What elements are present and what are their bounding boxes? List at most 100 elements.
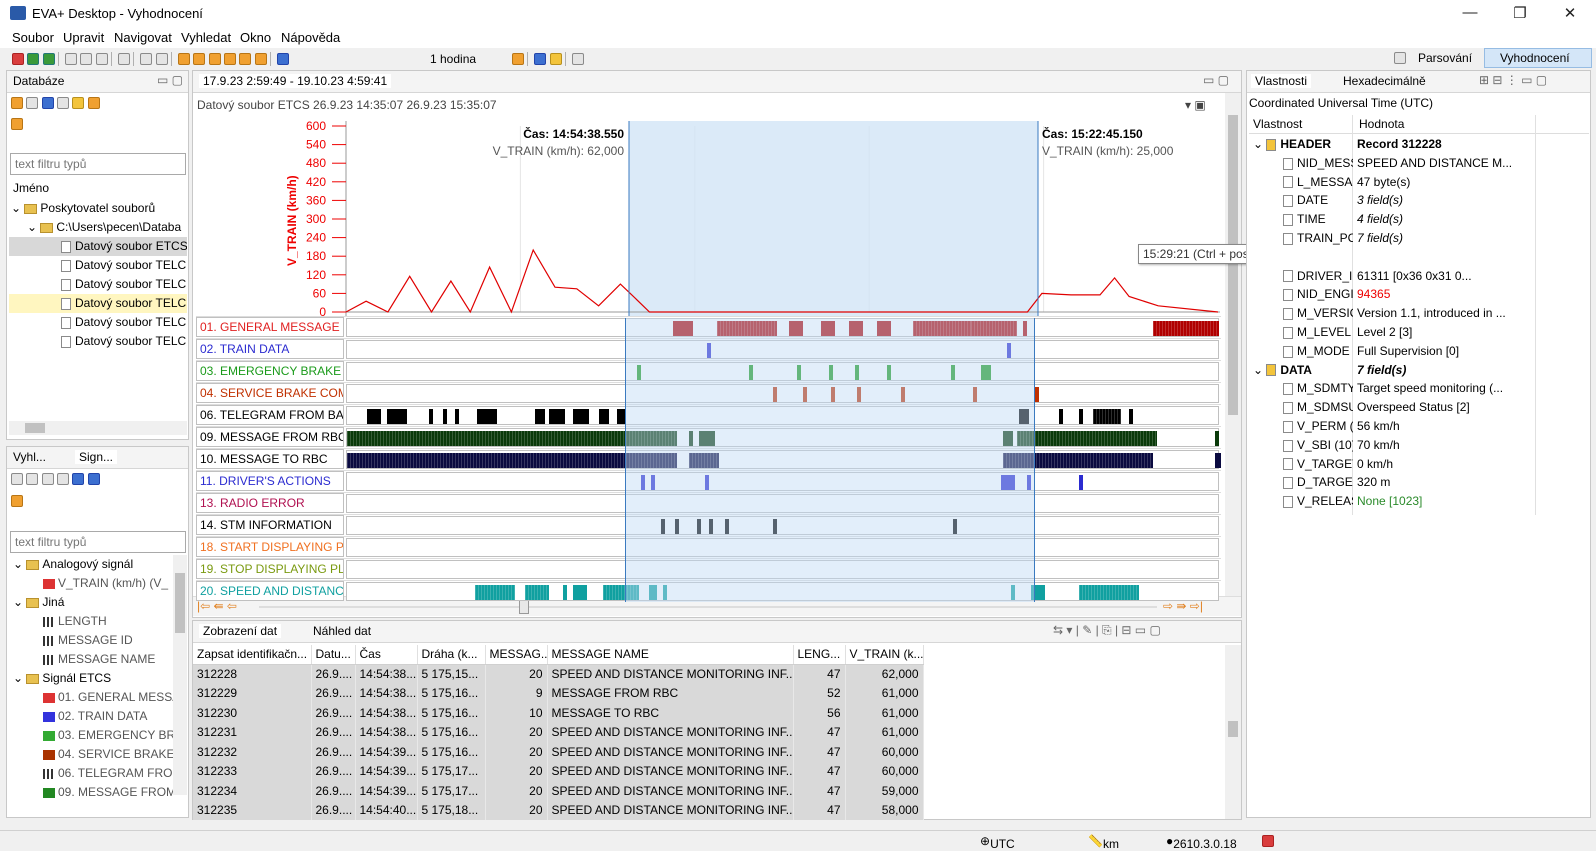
- tree-length[interactable]: LENGTH: [43, 612, 173, 631]
- data-column-header[interactable]: Čas: [355, 645, 418, 665]
- tree-sig-09[interactable]: 09. MESSAGE FROM: [43, 783, 173, 802]
- copy-icon[interactable]: [41, 472, 54, 485]
- next-icon[interactable]: [224, 52, 237, 65]
- tree-sig-03[interactable]: 03. EMERGENCY BR/: [43, 726, 173, 745]
- tab-data-preview[interactable]: Náhled dat: [313, 624, 371, 638]
- signal-label[interactable]: 14. STM INFORMATION: [196, 515, 344, 535]
- signal-track[interactable]: [346, 406, 1219, 425]
- tab-data-view[interactable]: Zobrazení dat: [199, 624, 282, 638]
- tree-file-telc-5[interactable]: Datový soubor TELC: [9, 332, 187, 351]
- db-icon[interactable]: [87, 96, 100, 109]
- signal-label[interactable]: 04. SERVICE BRAKE COM...: [196, 383, 344, 403]
- back-icon[interactable]: [57, 472, 70, 485]
- data-column-header[interactable]: Zapsat identifikačn...: [193, 645, 312, 665]
- table-row[interactable]: 312233 26.9.... 14:54:39.... 5 175,17... 20 S…: [193, 761, 924, 781]
- menu-okno[interactable]: Okno: [240, 30, 271, 45]
- property-row[interactable]: M_MODE Full Supervision [0]: [1249, 342, 1539, 361]
- menu-upravit[interactable]: Upravit: [63, 30, 104, 45]
- tree-file-telc-1[interactable]: Datový soubor TELC: [9, 256, 187, 275]
- edit-icon[interactable]: [57, 96, 70, 109]
- property-row[interactable]: V_RELEAS None [1023]: [1249, 492, 1539, 511]
- signals-vscrollbar[interactable]: [173, 555, 187, 795]
- excel-icon[interactable]: [42, 52, 55, 65]
- prev-icon[interactable]: [208, 52, 221, 65]
- property-row[interactable]: V_TARGET 0 km/h: [1249, 455, 1539, 474]
- back-icon[interactable]: [11, 96, 23, 109]
- signal-label[interactable]: 20. SPEED AND DISTANC...: [196, 581, 344, 601]
- signal-track[interactable]: [346, 384, 1219, 403]
- table-row[interactable]: 312230 26.9.... 14:54:38.... 5 175,16... 10 M…: [193, 703, 924, 723]
- tree-sig-04[interactable]: 04. SERVICE BRAKE: [43, 745, 173, 764]
- table-row[interactable]: 312231 26.9.... 14:54:38.... 5 175,16... 20 S…: [193, 722, 924, 742]
- property-row[interactable]: TRAIN_PC 7 field(s): [1249, 229, 1539, 248]
- data-column-header[interactable]: LENG...: [793, 645, 846, 665]
- data-column-header[interactable]: MESSAGE NAME: [547, 645, 794, 665]
- property-row[interactable]: V_SBI (10) 70 km/h: [1249, 436, 1539, 455]
- minimize-button[interactable]: —: [1450, 4, 1490, 24]
- export-icon[interactable]: [27, 52, 40, 65]
- signal-track[interactable]: [346, 472, 1219, 491]
- window-icon[interactable]: [140, 52, 153, 65]
- signal-label[interactable]: 18. START DISPLAYING PL...: [196, 537, 344, 557]
- tree-message-name[interactable]: MESSAGE NAME: [43, 650, 173, 669]
- db-hscrollbar[interactable]: [9, 421, 187, 435]
- close-button[interactable]: ✕: [1550, 4, 1590, 24]
- signal-label[interactable]: 09. MESSAGE FROM RBC: [196, 427, 344, 447]
- signal-track[interactable]: [346, 560, 1219, 579]
- signal-track[interactable]: [346, 516, 1219, 535]
- time-range-select[interactable]: 1 hodina: [430, 52, 476, 66]
- signal-track[interactable]: [346, 318, 1219, 337]
- grid-icon[interactable]: [155, 52, 168, 65]
- settings-icon[interactable]: [11, 472, 23, 485]
- signal-track[interactable]: [346, 538, 1219, 557]
- data-toolbar-icons[interactable]: ⇆ ▾ | ✎ | ⎘ | ⊟ ▭ ▢: [1053, 623, 1161, 638]
- property-row[interactable]: DRIVER_II 61311 [0x36 0x31 0...: [1249, 267, 1539, 286]
- maximize-button[interactable]: ❐: [1500, 4, 1540, 24]
- signal-label[interactable]: 13. RADIO ERROR: [196, 493, 344, 513]
- menu-navigovat[interactable]: Navigovat: [114, 30, 172, 45]
- open-icon[interactable]: [72, 96, 85, 109]
- signal-label[interactable]: 11. DRIVER'S ACTIONS: [196, 471, 344, 491]
- signals-filter-input[interactable]: [10, 531, 186, 553]
- menu-soubor[interactable]: Soubor: [12, 30, 54, 45]
- tree-folder[interactable]: ⌄ C:\Users\pecen\Databa: [27, 218, 187, 237]
- table-row[interactable]: 312229 26.9.... 14:54:38.... 5 175,16... 9 ME…: [193, 683, 924, 703]
- tree-sig-02[interactable]: 02. TRAIN DATA: [43, 707, 173, 726]
- signal-label[interactable]: 10. MESSAGE TO RBC: [196, 449, 344, 469]
- tree-message-id[interactable]: MESSAGE ID: [43, 631, 173, 650]
- property-row[interactable]: M_SDMSU Overspeed Status [2]: [1249, 398, 1539, 417]
- props-col-property[interactable]: Vlastnost: [1253, 117, 1302, 131]
- signal-label[interactable]: 03. EMERGENCY BRAKE C...: [196, 361, 344, 381]
- tree-file-telc-2[interactable]: Datový soubor TELC: [9, 275, 187, 294]
- property-row[interactable]: M_SDMTY Target speed monitoring (...: [1249, 379, 1539, 398]
- ruler-icon[interactable]: [549, 52, 562, 65]
- timeline-back-icon[interactable]: |⇦ ⇚ ⇦: [197, 599, 237, 613]
- network-icon[interactable]: [572, 52, 585, 65]
- next-fast-icon[interactable]: [239, 52, 252, 65]
- signal-label[interactable]: 02. TRAIN DATA: [196, 339, 344, 359]
- expand-icon[interactable]: [41, 96, 54, 109]
- property-row[interactable]: NID_ENGI 94365: [1249, 285, 1539, 304]
- tree-file-telc-4[interactable]: Datový soubor TELC: [9, 313, 187, 332]
- filter-icon[interactable]: [118, 52, 131, 65]
- signal-track[interactable]: [346, 494, 1219, 513]
- data-column-header[interactable]: MESSAG...: [485, 645, 548, 665]
- signal-track[interactable]: [346, 450, 1221, 469]
- speed-chart[interactable]: V_TRAIN (km/h) 0 60 120 180 240 300 360 420 480 5…: [196, 116, 1220, 316]
- status-error-icon[interactable]: [1262, 835, 1274, 847]
- name-column-header[interactable]: Jméno: [13, 181, 49, 195]
- tab-database[interactable]: Databáze: [13, 74, 64, 88]
- chart-vscrollbar[interactable]: [1225, 93, 1241, 597]
- timeline-fwd-icon[interactable]: ⇨ ⇛ ⇨|: [1163, 599, 1203, 613]
- property-row[interactable]: NID_MESS SPEED AND DISTANCE M...: [1249, 154, 1539, 173]
- cut-icon[interactable]: [65, 52, 78, 65]
- tab-chart-range[interactable]: 17.9.23 2:59:49 - 19.10.23 4:59:41: [199, 74, 392, 88]
- marker-icon[interactable]: [512, 52, 524, 65]
- collapse-icon[interactable]: [87, 472, 100, 485]
- property-row[interactable]: D_TARGET 320 m: [1249, 473, 1539, 492]
- timeline-handle[interactable]: [519, 600, 529, 614]
- db-filter-input[interactable]: [10, 153, 186, 175]
- refresh-icon[interactable]: [26, 472, 39, 485]
- sync-icon[interactable]: [534, 52, 547, 65]
- link-icon[interactable]: [11, 118, 23, 130]
